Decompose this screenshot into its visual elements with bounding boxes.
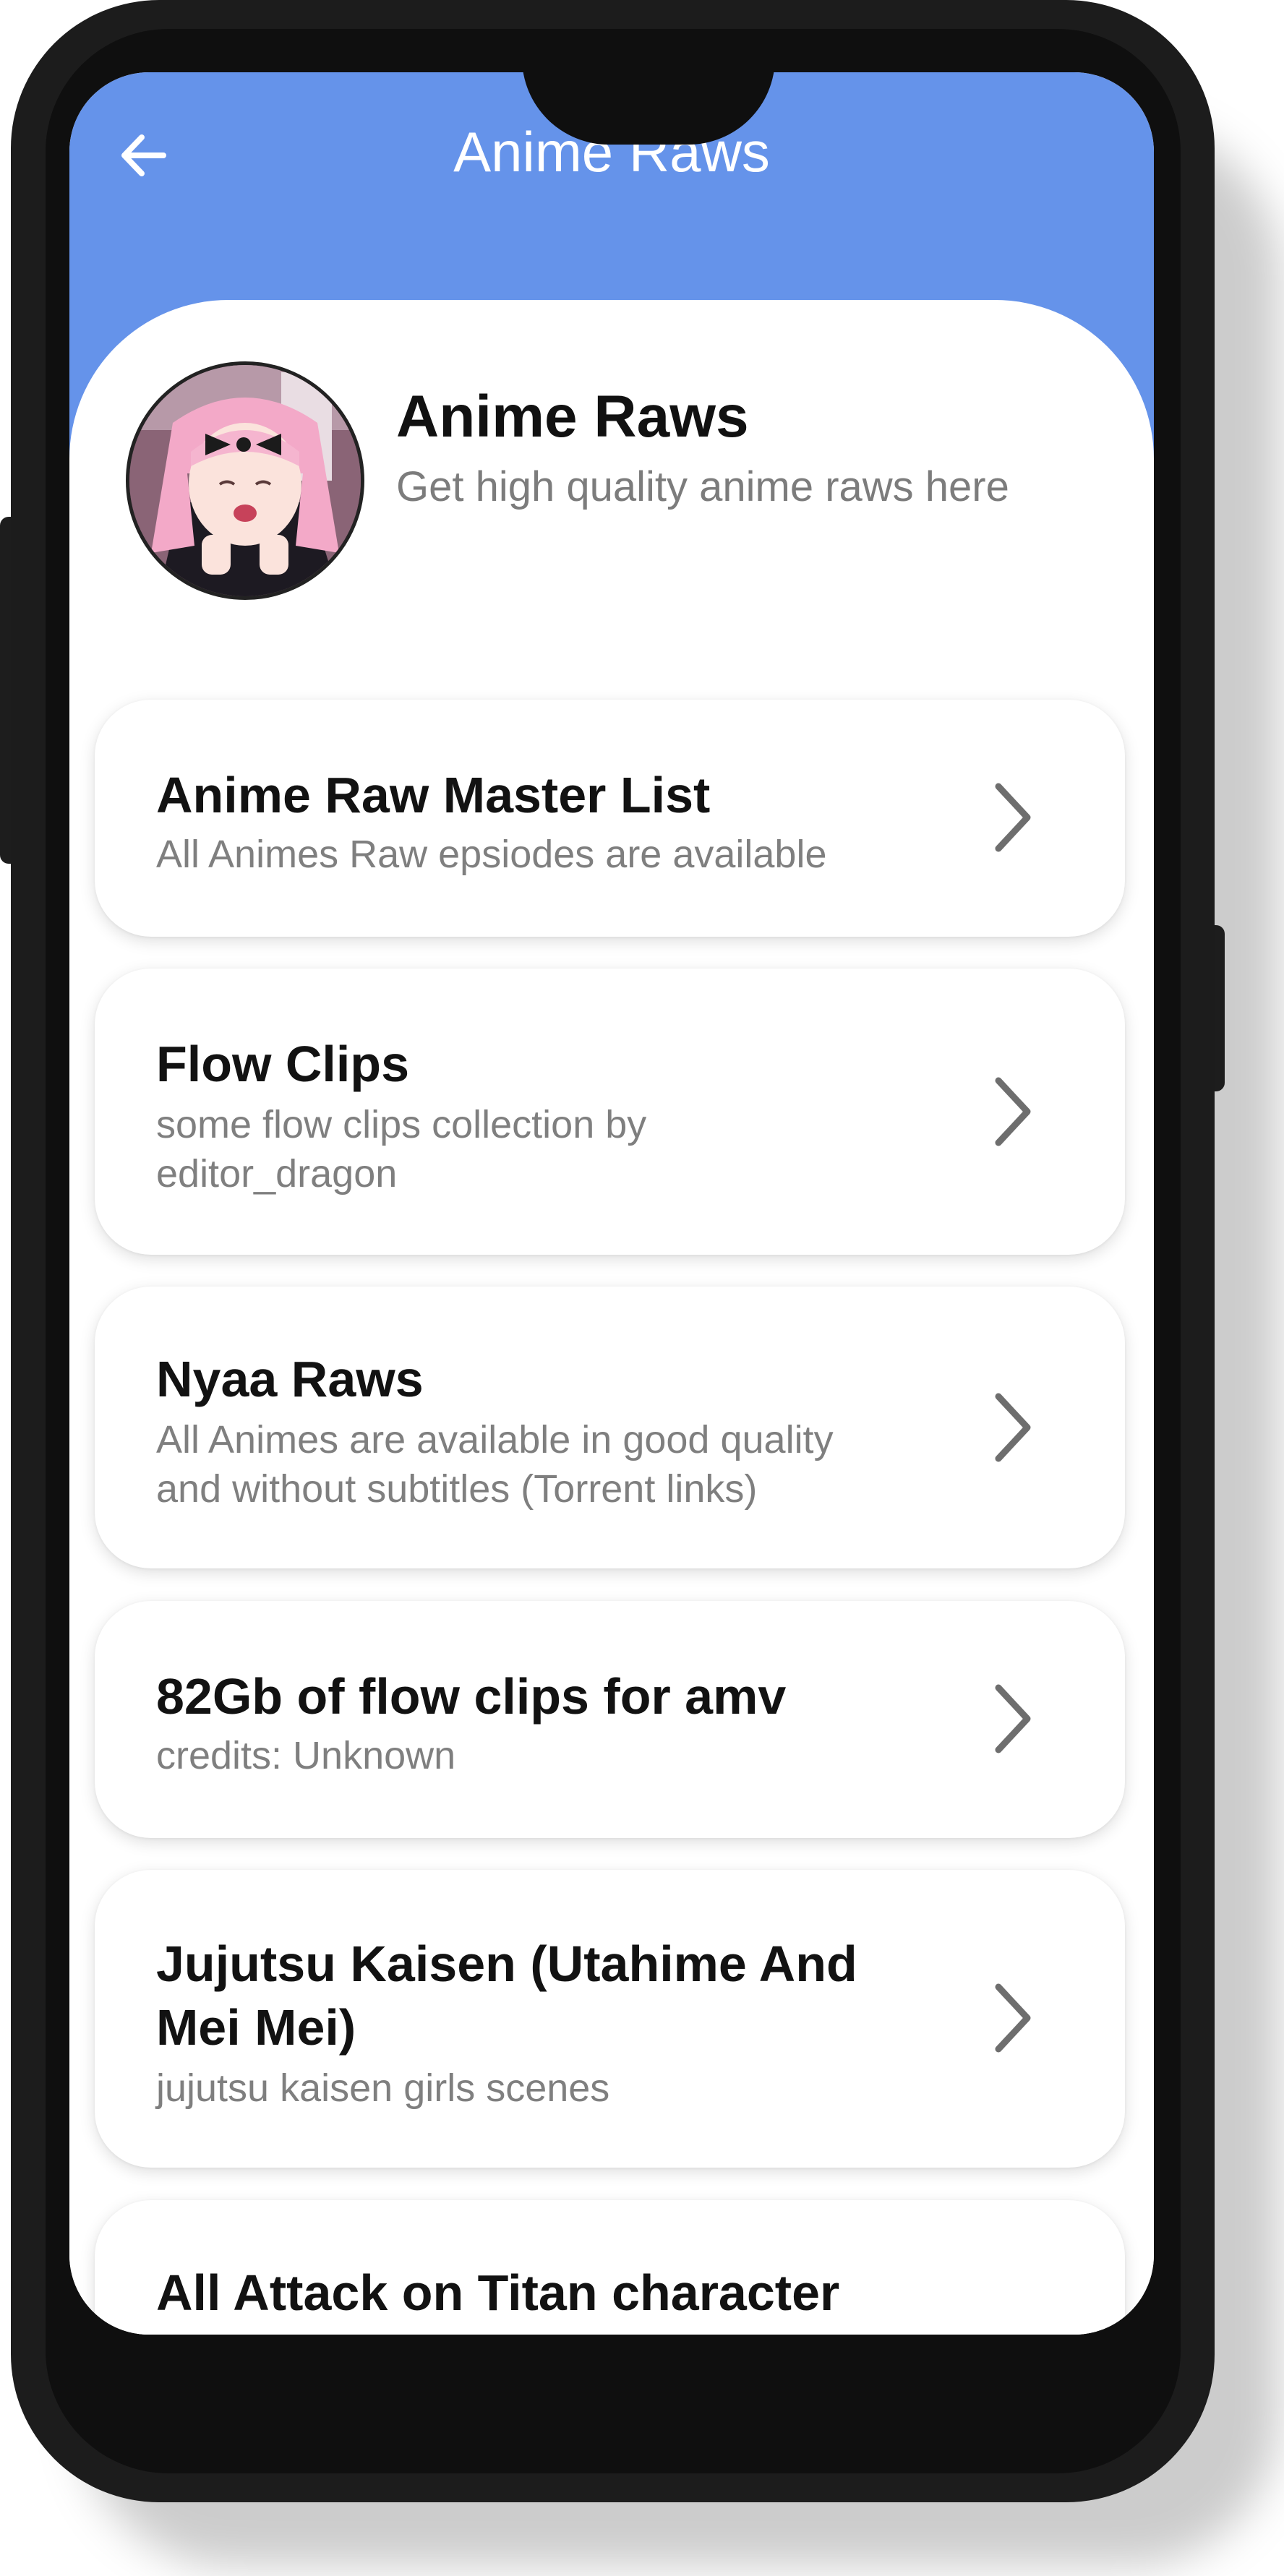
chevron-right-icon <box>995 1684 1031 1753</box>
chevron-right-icon <box>995 783 1031 852</box>
list-item-title: All Attack on Titan character <box>156 2264 840 2321</box>
list-item-title: Anime Raw Master List <box>156 767 711 823</box>
app-screen: Anime Raws Anime Raws Get high quality a… <box>69 72 1154 2335</box>
list-item-subtitle: credits: Unknown <box>156 1734 456 1777</box>
stage: Anime Raws Anime Raws Get high quality a… <box>0 0 1284 2576</box>
list-item-subtitle: All Animes are available in good quality… <box>156 1418 834 1511</box>
list-item-nyaa-raws[interactable]: Nyaa Raws All Animes are available in go… <box>95 1287 1125 1568</box>
chevron-right-icon <box>995 1393 1031 1462</box>
channel-name: Anime Raws <box>396 384 749 450</box>
chevron-right-icon <box>995 1983 1031 2053</box>
list-item-82gb-flow-clips[interactable]: 82Gb of flow clips for amv credits: Unkn… <box>95 1601 1125 1838</box>
list-item-title: Nyaa Raws <box>156 1351 424 1407</box>
list-item-title: Jujutsu Kaisen (Utahime And Mei Mei) <box>156 1936 857 2056</box>
list-item-subtitle: some flow clips collection by editor_dra… <box>156 1103 647 1195</box>
chevron-right-icon <box>995 1077 1031 1146</box>
list-item-title: Flow Clips <box>156 1036 409 1092</box>
list-item-jujutsu-kaisen[interactable]: Jujutsu Kaisen (Utahime And Mei Mei) juj… <box>95 1870 1125 2168</box>
avatar[interactable] <box>126 361 364 600</box>
anime-girl-avatar-image <box>129 365 361 596</box>
channel-header: Anime Raws Get high quality anime raws h… <box>126 361 1102 607</box>
list-item-subtitle: jujutsu kaisen girls scenes <box>156 2066 610 2110</box>
list-item-subtitle: All Animes Raw epsiodes are available <box>156 833 827 876</box>
list-item-attack-on-titan[interactable]: All Attack on Titan character <box>95 2200 1125 2335</box>
list-item-anime-raw-master-list[interactable]: Anime Raw Master List All Animes Raw eps… <box>95 700 1125 937</box>
list-item-flow-clips[interactable]: Flow Clips some flow clips collection by… <box>95 969 1125 1255</box>
list-item-title: 82Gb of flow clips for amv <box>156 1668 787 1725</box>
channel-description: Get high quality anime raws here <box>396 463 1009 510</box>
